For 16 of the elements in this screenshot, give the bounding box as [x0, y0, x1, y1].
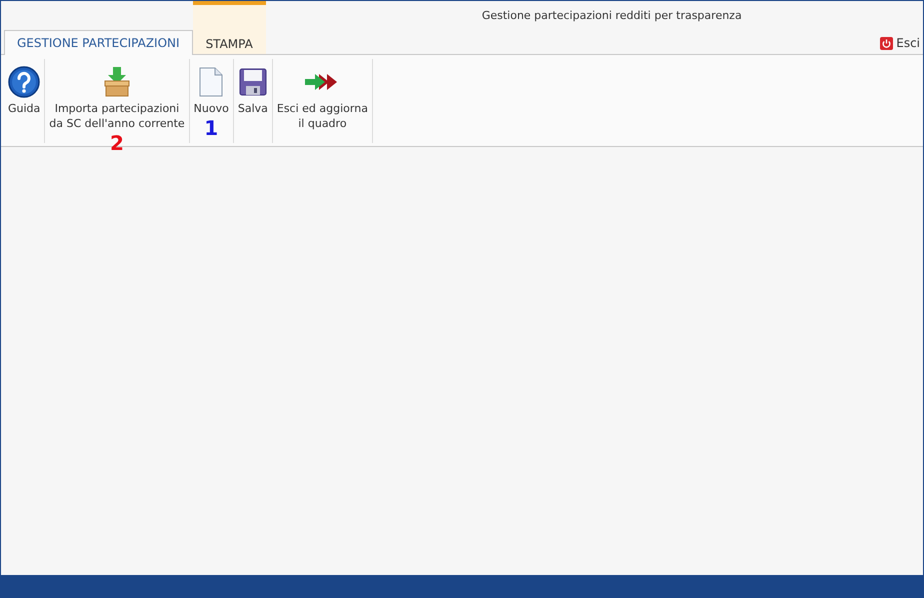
ribbon-button[interactable]: Importa partecipazioni da SC dell'anno corrente: [47, 59, 187, 133]
ribbon-button[interactable]: Nuovo: [192, 59, 231, 118]
power-icon: [880, 36, 894, 50]
box-with-arrow-icon: [104, 67, 130, 97]
help-icon: [8, 66, 40, 98]
ribbon-button[interactable]: Salva: [236, 59, 270, 118]
ribbon-tab[interactable]: STAMPA: [192, 31, 266, 55]
window-title: Gestione partecipazioni redditi per trasparenza: [480, 8, 743, 22]
exit-button[interactable]: Esci: [877, 36, 923, 54]
callout-number: 1: [204, 118, 218, 138]
double-arrow-icon: [305, 72, 340, 92]
ribbon-button[interactable]: Esci ed aggiorna il quadro: [274, 59, 370, 133]
callout-number: 2: [110, 133, 124, 153]
ribbon-tab[interactable]: GESTIONE PARTECIPAZIONI: [4, 30, 193, 55]
blank-page-icon: [199, 67, 224, 97]
ribbon-button[interactable]: Guida: [6, 59, 42, 118]
